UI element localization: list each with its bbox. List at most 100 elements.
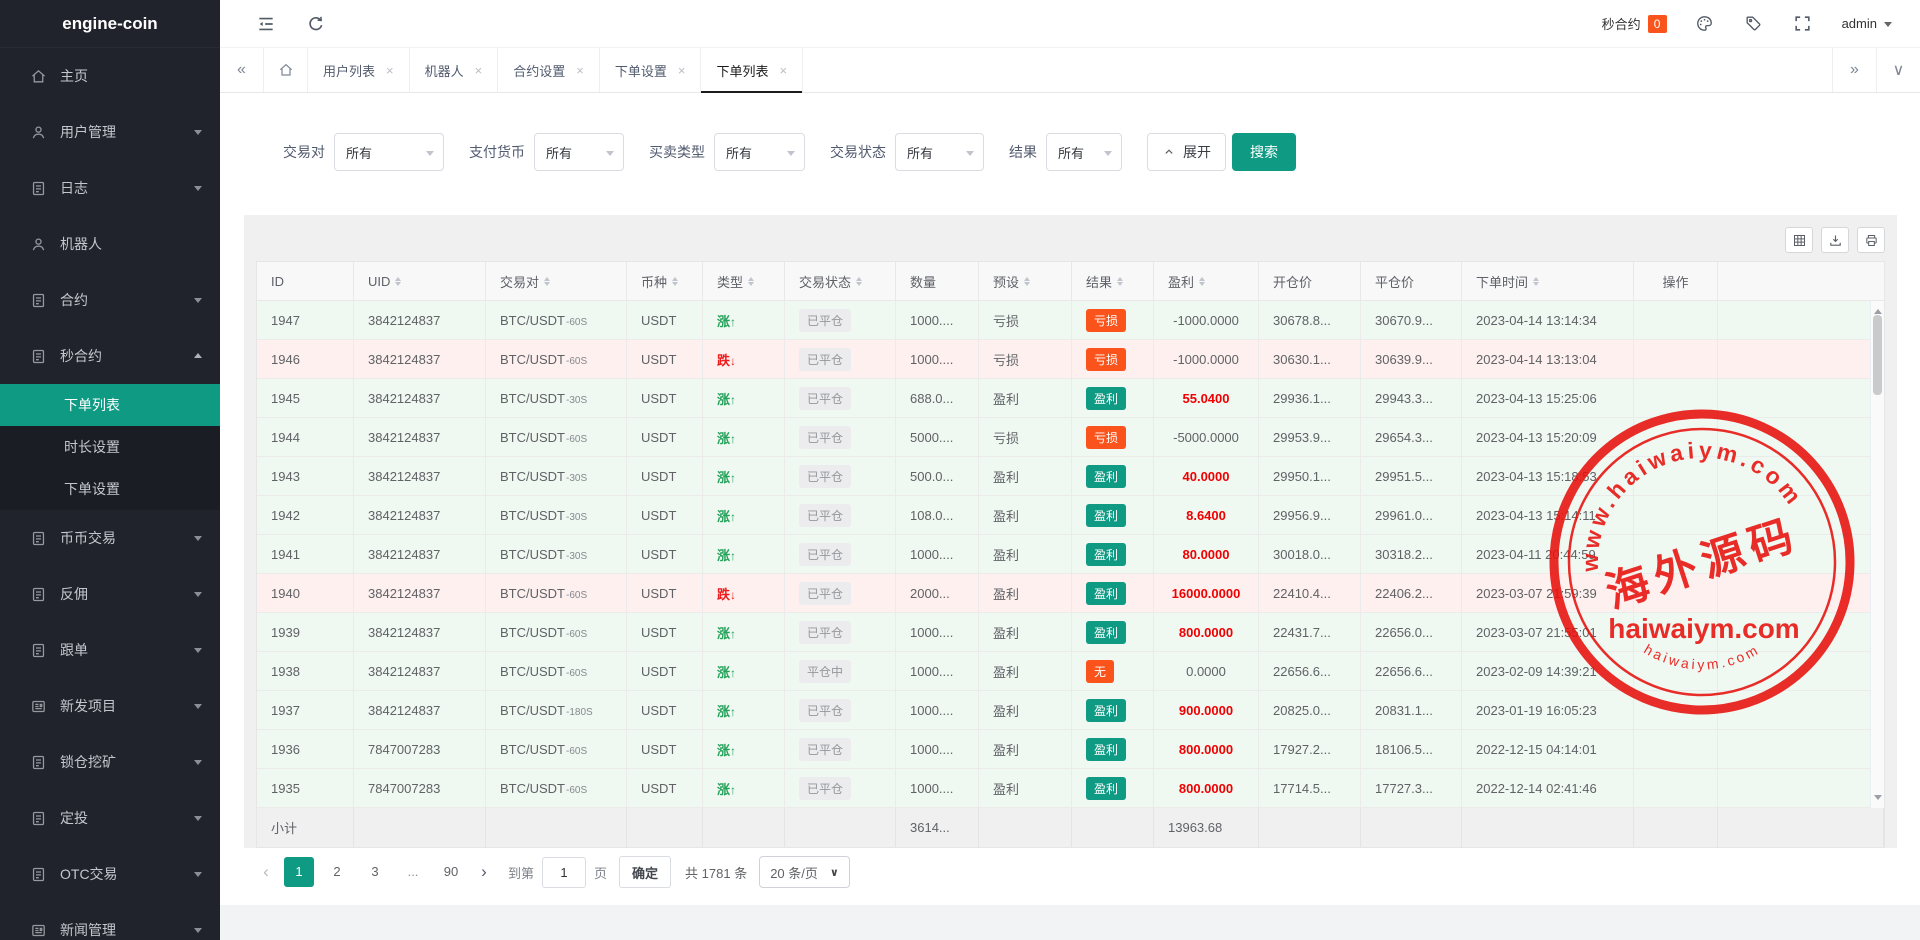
sidebar-item-auto-invest[interactable]: 定投 — [0, 790, 220, 846]
scroll-up-icon[interactable] — [1874, 305, 1882, 314]
tab-user-list[interactable]: 用户列表× — [308, 48, 410, 92]
status-badge: 已平仓 — [799, 426, 851, 449]
close-icon[interactable]: × — [576, 63, 584, 78]
table-body: 19473842124837BTC/USDT-60SUSDT涨↑已平仓1000.… — [257, 301, 1884, 808]
cell-pair: BTC/USDT-60S — [486, 418, 627, 456]
column-header-uid[interactable]: UID — [354, 262, 486, 300]
submenu-item-duration-settings[interactable]: 时长设置 — [0, 426, 220, 468]
sort-icon[interactable] — [1533, 274, 1539, 289]
filter-buy-sell-type: 买卖类型所有 — [649, 133, 805, 171]
tag-icon[interactable] — [1744, 14, 1763, 33]
scroll-down-icon[interactable] — [1874, 795, 1882, 804]
column-grid-button[interactable] — [1785, 227, 1813, 253]
filter-label: 买卖类型 — [649, 142, 705, 162]
sidebar-item-news-manage[interactable]: 新闻管理 — [0, 902, 220, 940]
cell-uid: 7847007283 — [354, 730, 486, 768]
table-scrollbar[interactable] — [1870, 301, 1884, 808]
expand-button[interactable]: 展开 — [1147, 133, 1226, 171]
goto-page-input[interactable] — [542, 857, 586, 888]
filter-buy-sell-type-select[interactable]: 所有 — [714, 133, 805, 171]
filter-result-select[interactable]: 所有 — [1046, 133, 1122, 171]
column-header-pair[interactable]: 交易对 — [486, 262, 627, 300]
column-header-type[interactable]: 类型 — [703, 262, 785, 300]
filter-select-value: 所有 — [1058, 143, 1084, 162]
sidebar-item-logs[interactable]: 日志 — [0, 160, 220, 216]
sort-icon[interactable] — [544, 274, 550, 289]
arrow-up-icon: ↑ — [730, 510, 736, 524]
page-button-2[interactable]: 2 — [322, 857, 352, 887]
filter-pay-currency-select[interactable]: 所有 — [534, 133, 624, 171]
cell-preset: 亏损 — [979, 418, 1072, 456]
column-header-coin[interactable]: 币种 — [627, 262, 703, 300]
scrollbar-thumb[interactable] — [1873, 315, 1882, 395]
column-header-time[interactable]: 下单时间 — [1462, 262, 1634, 300]
sort-icon[interactable] — [748, 274, 754, 289]
filter-trade-status-select[interactable]: 所有 — [895, 133, 984, 171]
print-button[interactable] — [1857, 227, 1885, 253]
scroll-tabs-right-button[interactable]: » — [1832, 48, 1876, 92]
cell-profit: 800.0000 — [1154, 769, 1259, 807]
page-size-select[interactable]: 20 条/页 ∨ — [759, 856, 850, 888]
sort-icon[interactable] — [1024, 274, 1030, 289]
page-button-3[interactable]: 3 — [360, 857, 390, 887]
user-icon — [30, 124, 47, 141]
pair-suffix: -60S — [566, 668, 587, 679]
theme-palette-icon[interactable] — [1695, 14, 1714, 33]
sidebar-item-robot[interactable]: 机器人 — [0, 216, 220, 272]
sort-icon[interactable] — [672, 274, 678, 289]
submenu-item-order-list[interactable]: 下单列表 — [0, 384, 220, 426]
sidebar-item-contract[interactable]: 合约 — [0, 272, 220, 328]
close-icon[interactable]: × — [779, 63, 787, 78]
prev-page-button[interactable]: ‹ — [256, 862, 276, 882]
type-up: 涨↑ — [717, 506, 736, 525]
tab-order-list[interactable]: 下单列表× — [701, 48, 803, 92]
sidebar-item-home[interactable]: 主页 — [0, 48, 220, 104]
cell-profit: -5000.0000 — [1154, 418, 1259, 456]
page-button-90[interactable]: 90 — [436, 857, 466, 887]
sidebar-item-new-projects[interactable]: 新发项目 — [0, 678, 220, 734]
close-icon[interactable]: × — [386, 63, 394, 78]
column-header-profit[interactable]: 盈利 — [1154, 262, 1259, 300]
home-icon — [30, 68, 47, 85]
sort-icon[interactable] — [395, 274, 401, 289]
collapse-tabs-button[interactable]: « — [220, 48, 264, 92]
pending-counter[interactable]: 秒合约 0 — [1602, 14, 1667, 33]
sort-icon[interactable] — [856, 274, 862, 289]
close-icon[interactable]: × — [678, 63, 686, 78]
sidebar-item-lock-mining[interactable]: 锁仓挖矿 — [0, 734, 220, 790]
arrow-up-icon: ↑ — [730, 744, 736, 758]
filter-trade-pair-select[interactable]: 所有 — [334, 133, 444, 171]
page-button-1[interactable]: 1 — [284, 857, 314, 887]
sidebar-item-rebate[interactable]: 反佣 — [0, 566, 220, 622]
next-page-button[interactable]: › — [474, 862, 494, 882]
menu-fold-icon[interactable] — [256, 14, 276, 34]
news-icon — [30, 698, 47, 715]
chevron-down-icon — [966, 151, 974, 160]
refresh-icon[interactable] — [306, 14, 326, 34]
tabbar: « 用户列表×机器人×合约设置×下单设置×下单列表× » ∨ — [220, 48, 1920, 93]
arrow-up-icon: ↑ — [730, 315, 736, 329]
tab-order-settings[interactable]: 下单设置× — [600, 48, 702, 92]
user-menu[interactable]: admin — [1842, 16, 1892, 31]
sidebar-item-user-manage[interactable]: 用户管理 — [0, 104, 220, 160]
column-header-preset[interactable]: 预设 — [979, 262, 1072, 300]
sort-icon[interactable] — [1199, 274, 1205, 289]
tab-robot[interactable]: 机器人× — [410, 48, 499, 92]
sidebar-item-otc-trade[interactable]: OTC交易 — [0, 846, 220, 902]
search-button[interactable]: 搜索 — [1232, 133, 1296, 171]
column-header-status[interactable]: 交易状态 — [785, 262, 896, 300]
download-button[interactable] — [1821, 227, 1849, 253]
sidebar-item-coin-trade[interactable]: 币币交易 — [0, 510, 220, 566]
sort-icon[interactable] — [1117, 274, 1123, 289]
close-icon[interactable]: × — [475, 63, 483, 78]
confirm-button[interactable]: 确定 — [619, 856, 671, 888]
sidebar-item-second-contract[interactable]: 秒合约 — [0, 328, 220, 384]
fullscreen-icon[interactable] — [1793, 14, 1812, 33]
tab-contract-settings[interactable]: 合约设置× — [498, 48, 600, 92]
column-header-result[interactable]: 结果 — [1072, 262, 1154, 300]
table-row: 19367847007283BTC/USDT-60SUSDT涨↑已平仓1000.… — [257, 730, 1870, 769]
sidebar-item-follow-order[interactable]: 跟单 — [0, 622, 220, 678]
home-tab[interactable] — [264, 48, 308, 92]
tab-actions-button[interactable]: ∨ — [1876, 48, 1920, 92]
submenu-item-order-settings[interactable]: 下单设置 — [0, 468, 220, 510]
